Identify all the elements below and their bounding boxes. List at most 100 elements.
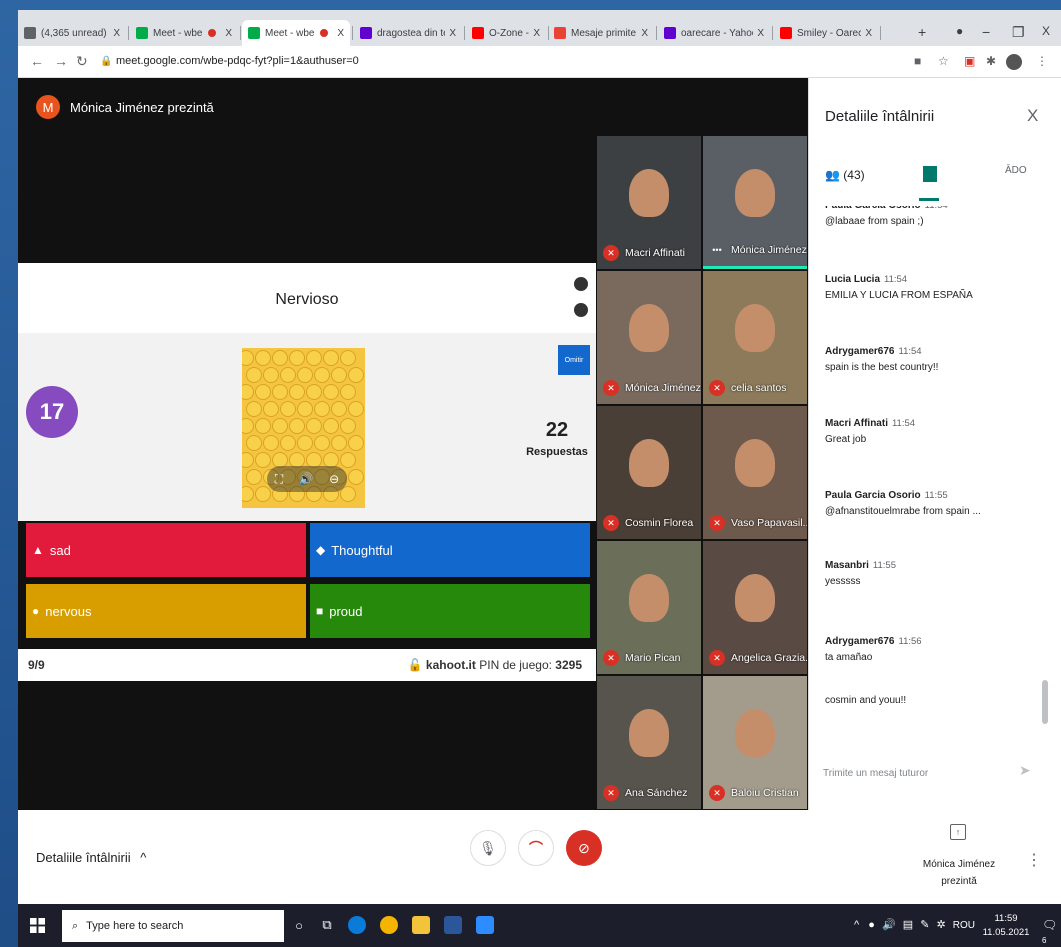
- end-call-button[interactable]: ⌒: [518, 830, 554, 866]
- back-dot-icon[interactable]: [574, 303, 588, 317]
- reload-icon[interactable]: ↻: [76, 53, 88, 70]
- answer-option[interactable]: ◆ Thoughtful: [310, 523, 590, 577]
- emoji-face-icon: [272, 350, 288, 366]
- tab-close-icon[interactable]: X: [337, 28, 344, 39]
- browser-tab[interactable]: Meet - wbe-p X: [130, 20, 238, 46]
- participant-tile[interactable]: ✕ Baloiu Cristian: [703, 676, 807, 809]
- participant-tile[interactable]: ✕ Cosmin Florea: [597, 406, 701, 539]
- fullscreen-icon[interactable]: ⛶: [275, 472, 283, 487]
- browser-tab[interactable]: Meet - wbe-p X: [242, 20, 350, 46]
- tab-close-icon[interactable]: X: [113, 28, 120, 39]
- taskbar-search-box[interactable]: ⌕ Type here to search: [62, 910, 284, 942]
- browser-tab[interactable]: dragostea din tei X: [354, 20, 462, 46]
- browser-tab[interactable]: Mesaje primite (3 X: [548, 20, 654, 46]
- tab-close-icon[interactable]: X: [533, 28, 540, 39]
- browser-tab[interactable]: (4,365 unread) - m X: [18, 20, 126, 46]
- back-arrow-icon[interactable]: ←: [30, 53, 44, 69]
- emoji-face-icon: [323, 418, 339, 434]
- browser-tab[interactable]: Smiley - OarecareX: [774, 20, 878, 46]
- mic-button[interactable]: 🎙: [470, 830, 506, 866]
- participant-video: [735, 708, 775, 757]
- camera-indicator-icon[interactable]: ■: [914, 54, 921, 68]
- system-tray[interactable]: ^ ● 🔊 ▤ ✎ ✲ ROU: [854, 918, 975, 931]
- tab-close-icon[interactable]: X: [757, 28, 764, 39]
- participant-tile[interactable]: ✕ Vaso Papavasil...: [703, 406, 807, 539]
- restore-button[interactable]: ❐: [1012, 24, 1025, 41]
- answer-option[interactable]: ■ proud: [310, 584, 590, 638]
- minus-icon[interactable]: ⊖: [329, 472, 339, 486]
- tray-app-icon[interactable]: ●: [868, 919, 875, 931]
- task-view-icon[interactable]: ⧉: [318, 916, 336, 934]
- tab-title: Mesaje primite (3: [571, 27, 637, 39]
- tab-close-icon[interactable]: X: [449, 28, 456, 39]
- tab-close-icon[interactable]: X: [865, 28, 872, 39]
- camera-toggle-button[interactable]: ⊘: [566, 830, 602, 866]
- profile-avatar[interactable]: [1006, 54, 1022, 70]
- chat-message-input[interactable]: Trimite un mesaj tuturor: [823, 768, 928, 779]
- edge-icon[interactable]: [348, 916, 366, 934]
- forward-arrow-icon[interactable]: →: [54, 53, 68, 69]
- tab-people[interactable]: 👥 (43): [825, 168, 865, 182]
- participant-tile[interactable]: ✕ Mónica Jiménez: [597, 271, 701, 404]
- participant-tile[interactable]: ••• Mónica Jiménez: [703, 136, 807, 269]
- emoji-face-icon: [289, 418, 305, 434]
- file-explorer-icon[interactable]: [412, 916, 430, 934]
- record-indicator-icon[interactable]: ●: [956, 24, 963, 38]
- notifications-button[interactable]: 🗨 6: [1042, 918, 1061, 946]
- tab-close-icon[interactable]: X: [641, 28, 648, 39]
- answer-option[interactable]: ▲ sad: [26, 523, 306, 577]
- tab-favicon-icon: [554, 27, 566, 39]
- answer-option[interactable]: ● nervous: [26, 584, 306, 638]
- lock-icon[interactable]: 🔒: [100, 56, 112, 67]
- participant-video: [735, 168, 775, 217]
- zoom-icon[interactable]: [476, 916, 494, 934]
- extensions-puzzle-icon[interactable]: ✱: [986, 54, 996, 68]
- language-indicator[interactable]: ROU: [953, 920, 975, 931]
- participant-tile[interactable]: ✕ Ana Sánchez: [597, 676, 701, 809]
- skip-button[interactable]: Omitir: [558, 345, 590, 375]
- tray-chevron-icon[interactable]: ^: [854, 919, 859, 931]
- clock[interactable]: 11:59 11.05.2021: [976, 912, 1036, 940]
- windows-start-icon[interactable]: [30, 918, 45, 933]
- minimize-button[interactable]: −: [982, 24, 990, 40]
- volume-icon[interactable]: 🔊: [299, 472, 314, 486]
- participant-tile[interactable]: ✕ Macri Affinati: [597, 136, 701, 269]
- browser-tab[interactable]: oarecare - Yahoo X: [658, 20, 770, 46]
- browser-menu-icon[interactable]: ⋮: [1036, 54, 1048, 68]
- present-icon[interactable]: ↑: [950, 824, 966, 840]
- bluetooth-icon[interactable]: ✲: [936, 919, 945, 931]
- chat-scrollbar[interactable]: [1042, 680, 1048, 724]
- chat-message: Masanbri 11:55 yesssss: [825, 560, 1045, 587]
- bookmark-star-icon[interactable]: ☆: [938, 54, 949, 68]
- panel-title: Detaliile întâlnirii: [825, 108, 935, 125]
- media-controls[interactable]: ⛶ 🔊 ⊖: [267, 466, 347, 492]
- network-icon[interactable]: ▤: [903, 919, 913, 931]
- tab-title: O-Zone - Dragost: [489, 27, 530, 39]
- settings-dot-icon[interactable]: [574, 277, 588, 291]
- browser-tab[interactable]: O-Zone - DragostX: [466, 20, 546, 46]
- more-options-icon[interactable]: ⋮: [1026, 850, 1042, 870]
- cortana-icon[interactable]: ○: [290, 916, 308, 934]
- chat-icon[interactable]: [923, 166, 937, 182]
- activities-icon[interactable]: ĀDO: [1005, 166, 1027, 176]
- word-icon[interactable]: [444, 916, 462, 934]
- participant-name: Vaso Papavasil...: [731, 517, 807, 529]
- pen-icon[interactable]: ✎: [920, 919, 929, 931]
- tab-close-icon[interactable]: X: [225, 28, 232, 39]
- participant-tile[interactable]: ✕ Angelica Grazia...: [703, 541, 807, 674]
- notifications-count: 6: [1042, 936, 1047, 945]
- emoji-face-icon: [242, 486, 254, 502]
- volume-icon[interactable]: 🔊: [882, 919, 896, 931]
- new-tab-button[interactable]: +: [918, 24, 926, 40]
- participant-tile[interactable]: ✕ Mario Pican: [597, 541, 701, 674]
- panel-close-button[interactable]: X: [1027, 106, 1038, 126]
- meeting-details-button[interactable]: Detaliile întâlnirii ^: [36, 850, 146, 865]
- taskbar-search-placeholder: Type here to search: [86, 920, 184, 932]
- send-icon[interactable]: ➤: [1019, 762, 1031, 779]
- chat-message-list[interactable]: Paula Garcia Osorio11:54@labaae from spa…: [809, 206, 1049, 726]
- url-text[interactable]: meet.google.com/wbe-pdqc-fyt?pli=1&authu…: [116, 55, 359, 67]
- chrome-icon[interactable]: [380, 916, 398, 934]
- window-close-button[interactable]: X: [1042, 24, 1050, 38]
- extension-icon[interactable]: ▣: [964, 54, 975, 68]
- participant-tile[interactable]: ✕ celia santos: [703, 271, 807, 404]
